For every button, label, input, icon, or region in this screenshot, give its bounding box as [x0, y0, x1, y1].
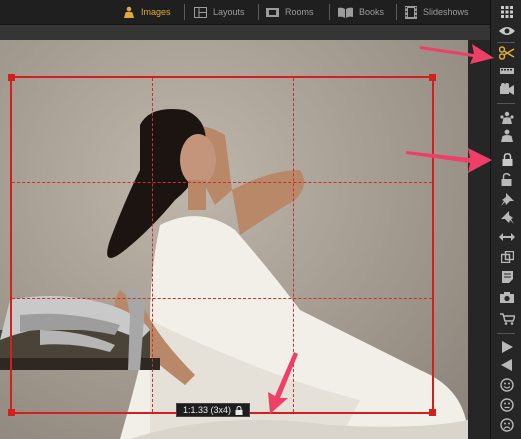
unlock-icon — [501, 172, 512, 186]
grid-icon — [501, 6, 513, 18]
cart-icon — [499, 313, 515, 325]
tab-layouts-label: Layouts — [213, 7, 245, 17]
tab-slideshows[interactable]: Slideshows — [405, 0, 469, 24]
tab-divider — [396, 4, 397, 20]
toolbar-person[interactable] — [496, 126, 518, 144]
tab-rooms[interactable]: Rooms — [266, 0, 314, 24]
toolbar-play-back[interactable] — [496, 356, 518, 374]
annotation-arrow-icon — [406, 148, 492, 173]
toolbar-video[interactable] — [496, 80, 518, 98]
toolbar-dislike[interactable] — [496, 416, 518, 434]
pin-tilt-icon — [500, 210, 514, 224]
pin-icon — [500, 192, 514, 206]
annotation-arrow-icon — [420, 44, 494, 64]
toolbar-grid[interactable] — [496, 3, 518, 21]
toolbar-pin[interactable] — [496, 190, 518, 208]
sad-face-icon — [500, 418, 514, 432]
toolbar-divider — [497, 103, 515, 104]
tab-books[interactable]: Books — [338, 0, 384, 24]
toolbar-like[interactable] — [496, 376, 518, 394]
top-tab-bar: Images Layouts Rooms Books Slideshows — [0, 0, 490, 25]
crop-handle-top-right[interactable] — [429, 74, 436, 81]
play-icon — [502, 341, 513, 353]
scissors-icon — [499, 46, 515, 60]
move-horizontal-icon — [499, 233, 515, 241]
crop-grid-line — [12, 182, 432, 183]
tab-divider — [184, 4, 185, 20]
person-icon — [124, 6, 134, 18]
copy-icon — [500, 251, 514, 263]
toolbar-copy[interactable] — [496, 248, 518, 266]
person-icon — [501, 129, 513, 142]
toolbar-divider — [497, 42, 515, 43]
tab-rooms-label: Rooms — [285, 7, 314, 17]
play-back-icon — [501, 359, 512, 371]
toolbar-pin-tilt[interactable] — [496, 208, 518, 226]
person-group-icon — [500, 111, 514, 124]
crop-grid-line — [12, 298, 432, 299]
video-icon — [500, 83, 514, 95]
book-icon — [338, 7, 353, 18]
eye-icon — [499, 27, 515, 35]
filmstrip-icon — [405, 5, 417, 19]
canvas-edge — [468, 40, 490, 439]
note-icon — [501, 271, 513, 283]
tab-images[interactable]: Images — [123, 0, 171, 24]
toolbar-lock[interactable] — [496, 150, 518, 168]
smile-icon — [500, 378, 514, 392]
toolbar-people[interactable] — [496, 108, 518, 126]
toolbar-crop[interactable] — [496, 44, 518, 62]
tab-divider — [258, 4, 259, 20]
neutral-face-icon — [500, 398, 514, 412]
crop-handle-top-left[interactable] — [8, 74, 15, 81]
crop-handle-bottom-left[interactable] — [8, 409, 15, 416]
tab-books-label: Books — [359, 7, 385, 17]
tab-divider — [329, 4, 330, 20]
toolbar-cart[interactable] — [496, 310, 518, 328]
crop-handle-bottom-right[interactable] — [429, 409, 436, 416]
tab-slideshows-label: Slideshows — [423, 7, 469, 17]
crop-ratio-label[interactable]: 1:1.33 (3x4) — [176, 403, 251, 417]
crop-grid-line — [152, 78, 153, 412]
filmstrip-icon — [500, 68, 514, 74]
toolbar-filmstrip[interactable] — [496, 62, 518, 80]
layout-icon — [194, 6, 207, 18]
toolbar-camera[interactable] — [496, 288, 518, 306]
tab-layouts[interactable]: Layouts — [194, 0, 245, 24]
lock-icon — [235, 405, 243, 415]
annotation-arrow-icon — [268, 352, 298, 414]
toolbar-play[interactable] — [496, 338, 518, 356]
toolbar-neutral[interactable] — [496, 396, 518, 414]
crop-ratio-text: 1:1.33 (3x4) — [183, 405, 232, 415]
lock-icon — [502, 152, 512, 166]
toolbar-view[interactable] — [496, 22, 518, 40]
crop-frame[interactable] — [8, 74, 436, 416]
toolbar-note[interactable] — [496, 268, 518, 286]
tab-images-label: Images — [141, 7, 171, 17]
toolbar-divider — [497, 333, 515, 334]
rooms-icon — [266, 7, 279, 17]
toolbar-unlock[interactable] — [496, 170, 518, 188]
toolbar-move[interactable] — [496, 228, 518, 246]
camera-icon — [500, 291, 514, 303]
